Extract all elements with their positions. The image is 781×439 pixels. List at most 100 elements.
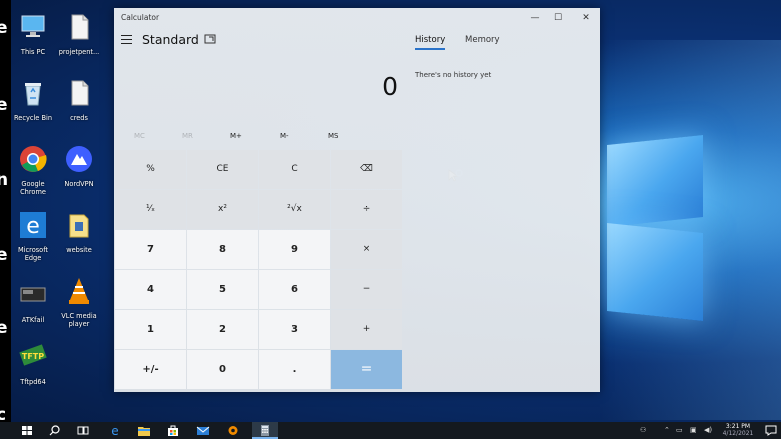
folder-file-icon (69, 214, 89, 238)
desktop-icon-website[interactable]: website (55, 210, 103, 254)
desktop-icon-label: Tftpd64 (20, 378, 46, 386)
recycle-bin-icon (25, 83, 41, 106)
edge-taskbar-icon[interactable]: e (108, 424, 122, 437)
volume-icon[interactable]: ◀) (704, 426, 712, 434)
people-icon[interactable]: ⚇ (640, 426, 646, 434)
desktop-icon-atkfail[interactable]: ATKfail (11, 280, 57, 324)
svg-text:e: e (26, 214, 40, 239)
tftpd-icon: TFTP (19, 344, 47, 366)
desktop-icon-microsoft-edge[interactable]: e Microsoft Edge (11, 210, 57, 262)
svg-text:e: e (111, 424, 118, 437)
clock-date: 4/12/2021 (722, 430, 754, 437)
active-tab-indicator (415, 48, 445, 50)
task-view-icon[interactable] (76, 424, 90, 437)
square-root-button[interactable]: ²√x (259, 190, 330, 229)
tab-memory[interactable]: Memory (465, 35, 500, 45)
close-button[interactable]: ✕ (573, 10, 599, 26)
wallpaper-window-pane (607, 134, 703, 228)
desktop-icon-label: This PC (20, 48, 46, 56)
calculator-taskbar-button[interactable] (252, 422, 278, 439)
document-icon (71, 80, 89, 106)
network-icon[interactable]: ▣ (690, 426, 697, 434)
wallpaper-window-pane (607, 222, 703, 322)
divide-button[interactable]: ÷ (331, 190, 402, 229)
store-icon[interactable] (166, 424, 180, 437)
file-explorer-icon[interactable] (137, 424, 151, 437)
negate-button[interactable]: +/- (115, 350, 186, 389)
desktop-icon-label: creds (70, 114, 88, 122)
digit-8-button[interactable]: 8 (187, 230, 258, 269)
edge-letter: n (0, 170, 9, 190)
clock[interactable]: 3:21 PM 4/12/2021 (718, 423, 758, 437)
digit-9-button[interactable]: 9 (259, 230, 330, 269)
keypad: % CE C ⌫ ¹⁄ₓ x² ²√x ÷ 7 8 9 × 4 5 6 − 1 … (115, 150, 404, 392)
edge-icon: e (20, 212, 46, 239)
desktop-icon-label: Microsoft Edge (17, 246, 48, 262)
menu-icon[interactable] (121, 35, 132, 45)
desktop-icon-tftpd64[interactable]: TFTP Tftpd64 (11, 342, 57, 386)
percent-button[interactable]: % (115, 150, 186, 189)
clock-time: 3:21 PM (725, 423, 751, 430)
left-letterbox: e e n e e c (0, 0, 11, 439)
square-button[interactable]: x² (187, 190, 258, 229)
computer-icon (21, 15, 45, 37)
decimal-button[interactable]: . (259, 350, 330, 389)
calculator-icon (261, 425, 269, 436)
application-icon (20, 287, 46, 302)
desktop-icon-label: VLC media player (61, 312, 97, 328)
subtract-button[interactable]: − (331, 270, 402, 309)
edge-letter: e (0, 245, 8, 265)
backspace-button[interactable]: ⌫ (331, 150, 402, 189)
desktop-icon-vlc[interactable]: VLC media player (55, 276, 103, 328)
title-bar[interactable]: Calculator — ☐ ✕ (114, 8, 600, 28)
digit-0-button[interactable]: 0 (187, 350, 258, 389)
document-icon (71, 14, 89, 40)
desktop-icon-this-pc[interactable]: This PC (11, 12, 57, 56)
digit-3-button[interactable]: 3 (259, 310, 330, 349)
desktop-icon-label: ATKfail (21, 316, 45, 324)
notifications-icon[interactable] (764, 424, 778, 437)
edge-letter: e (0, 18, 8, 38)
equals-button[interactable]: = (331, 350, 402, 389)
digit-6-button[interactable]: 6 (259, 270, 330, 309)
memory-clear-button[interactable]: MC (134, 132, 145, 140)
result-display: 0 (382, 72, 398, 101)
nordvpn-icon (66, 146, 92, 172)
multiply-button[interactable]: × (331, 230, 402, 269)
chrome-icon (20, 146, 47, 172)
digit-2-button[interactable]: 2 (187, 310, 258, 349)
clear-button[interactable]: C (259, 150, 330, 189)
tab-history[interactable]: History (415, 35, 445, 45)
digit-5-button[interactable]: 5 (187, 270, 258, 309)
memory-recall-button[interactable]: MR (182, 132, 193, 140)
reciprocal-button[interactable]: ¹⁄ₓ (115, 190, 186, 229)
maximize-button[interactable]: ☐ (545, 10, 571, 26)
svg-text:TFTP: TFTP (22, 352, 44, 361)
desktop-icon-label: NordVPN (64, 180, 94, 188)
memory-store-button[interactable]: MS (328, 132, 338, 140)
app-gear-icon[interactable] (226, 424, 240, 437)
digit-4-button[interactable]: 4 (115, 270, 186, 309)
battery-icon[interactable]: ▭ (676, 426, 683, 434)
desktop-icon-google-chrome[interactable]: Google Chrome (11, 144, 57, 196)
calculator-window: Calculator — ☐ ✕ Standard 0 MC MR M+ M- … (114, 8, 600, 392)
desktop-icon-projetpent[interactable]: projetpent... (55, 12, 103, 56)
memory-subtract-button[interactable]: M- (280, 132, 289, 140)
desktop-icon-recycle-bin[interactable]: Recycle Bin (11, 78, 57, 122)
windows-start-icon[interactable] (20, 424, 34, 437)
clear-entry-button[interactable]: CE (187, 150, 258, 189)
desktop-icon-nordvpn[interactable]: NordVPN (55, 144, 103, 188)
search-icon[interactable] (48, 424, 62, 437)
digit-7-button[interactable]: 7 (115, 230, 186, 269)
memory-add-button[interactable]: M+ (230, 132, 242, 140)
desktop-icon-label: projetpent... (58, 48, 100, 56)
add-button[interactable]: + (331, 310, 402, 349)
desktop-icon-label: Google Chrome (20, 180, 46, 196)
digit-1-button[interactable]: 1 (115, 310, 186, 349)
edge-letter: e (0, 318, 8, 338)
chevron-up-icon[interactable]: ⌃ (664, 426, 670, 434)
mail-icon[interactable] (196, 424, 210, 437)
desktop-icon-label: Recycle Bin (13, 114, 52, 122)
desktop-icon-creds[interactable]: creds (55, 78, 103, 122)
keep-on-top-icon[interactable] (204, 34, 216, 44)
